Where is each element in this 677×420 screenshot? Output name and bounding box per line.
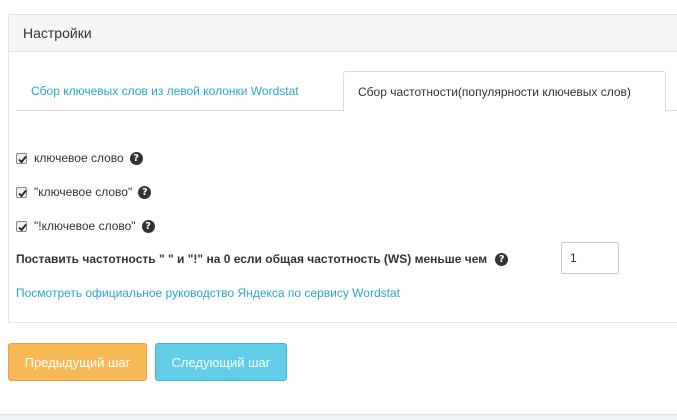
option-label: "!ключевое слово" [34,219,136,233]
option-label: "ключевое слово" [34,185,133,199]
tab-label: Сбор ключевых слов из левой колонки Word… [31,84,299,98]
tab-left-column-collection[interactable]: Сбор ключевых слов из левой колонки Word… [16,71,338,111]
threshold-text-2: если общая частотность (WS) меньше чем [230,252,488,266]
option-quoted-keyword: "ключевое слово" ? [16,184,152,200]
threshold-text-1: Поставить частотность " " и "!" на [16,252,224,266]
check-icon [18,189,27,197]
option-label: ключевое слово [34,151,124,165]
checkbox-quoted-keyword[interactable] [16,186,27,198]
help-icon[interactable]: ? [129,151,143,165]
footer-divider [0,414,677,420]
help-icon[interactable]: ? [495,252,509,266]
check-icon [18,223,27,231]
option-exact-keyword: "!ключевое слово" ? [16,218,155,234]
checkbox-exact-keyword[interactable] [16,220,27,232]
yandex-guide-link[interactable]: Посмотреть официальное руководство Яндек… [16,286,400,300]
option-keyword: ключевое слово ? [16,150,143,166]
help-icon[interactable]: ? [141,219,155,233]
check-icon [18,155,27,163]
threshold-zero: 0 [223,252,231,266]
settings-panel: Настройки [8,14,677,323]
tab-label: Сбор частотности(популярности ключевых с… [358,84,631,99]
help-icon[interactable]: ? [138,185,152,199]
threshold-label: Поставить частотность " " и "!" на 0 есл… [16,251,509,267]
previous-step-button[interactable]: Предыдущий шаг [8,343,147,381]
tab-bar: Сбор ключевых слов из левой колонки Word… [16,71,677,112]
tab-frequency-collection[interactable]: Сбор частотности(популярности ключевых с… [343,71,666,112]
checkbox-keyword[interactable] [16,152,27,164]
threshold-input[interactable] [561,242,619,274]
panel-title: Настройки [9,15,677,52]
next-step-button[interactable]: Следующий шаг [155,343,287,381]
